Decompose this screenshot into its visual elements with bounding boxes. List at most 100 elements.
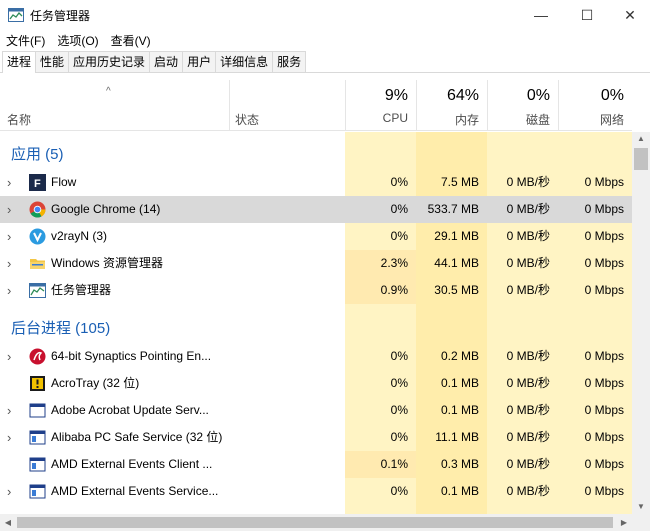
tab-startup[interactable]: 启动 xyxy=(149,51,184,72)
window-icon xyxy=(29,457,46,472)
flow-icon: F xyxy=(29,174,46,191)
menu-options[interactable]: 选项(O) xyxy=(51,32,104,49)
horizontal-scrollbar[interactable]: ◀ ▶ xyxy=(0,514,650,531)
memory-label: 内存 xyxy=(454,113,479,127)
process-name: Adobe Acrobat Update Serv... xyxy=(51,403,209,417)
expand-chevron-icon[interactable]: › xyxy=(7,169,11,196)
maximize-button[interactable]: ☐ xyxy=(564,0,610,30)
tab-services[interactable]: 服务 xyxy=(272,51,307,72)
table-row[interactable]: AMD External Events Client ... 0.1% 0.3 … xyxy=(0,451,632,478)
process-name: AMD External Events Client ... xyxy=(51,457,213,471)
column-memory[interactable]: 64% 内存 xyxy=(416,80,487,131)
memory-value: 0.1 MB xyxy=(440,376,479,390)
cpu-value: 2.3% xyxy=(380,256,408,270)
expand-chevron-icon[interactable]: › xyxy=(7,277,11,304)
table-row[interactable]: › 64-bit Synaptics Pointing En... 0% 0.2… xyxy=(0,343,632,370)
menu-view[interactable]: 查看(V) xyxy=(105,32,157,49)
tab-performance[interactable]: 性能 xyxy=(35,51,70,72)
tab-processes[interactable]: 进程 xyxy=(2,51,37,73)
disk-value: 0 MB/秒 xyxy=(506,283,550,297)
memory-value: 30.5 MB xyxy=(434,283,479,297)
table-row[interactable]: › Google Chrome (14) 0% 533.7 MB 0 MB/秒 … xyxy=(0,196,632,223)
cpu-label: CPU xyxy=(382,111,408,125)
column-header: ^ 名称 状态 9% CPU 64% 内存 0% 磁盘 0% 网络 xyxy=(0,80,632,131)
expand-chevron-icon[interactable]: › xyxy=(7,343,11,370)
column-cpu[interactable]: 9% CPU xyxy=(345,80,416,131)
close-button[interactable]: ✕ xyxy=(610,0,650,30)
cpu-value: 0% xyxy=(390,349,408,363)
process-name: Flow xyxy=(51,175,77,189)
task-manager-icon xyxy=(29,283,46,298)
memory-value: 0.1 MB xyxy=(440,484,479,498)
cpu-value: 0% xyxy=(390,430,408,444)
expand-chevron-icon[interactable]: › xyxy=(7,223,11,250)
disk-label: 磁盘 xyxy=(525,113,550,127)
network-value: 0 Mbps xyxy=(584,376,624,390)
window-icon xyxy=(29,430,46,445)
scroll-right-icon[interactable]: ▶ xyxy=(616,514,632,531)
disk-value: 0 MB/秒 xyxy=(506,202,550,216)
tab-users[interactable]: 用户 xyxy=(182,51,217,72)
table-row[interactable]: › 任务管理器 0.9% 30.5 MB 0 MB/秒 0 Mbps xyxy=(0,277,632,304)
tab-details[interactable]: 详细信息 xyxy=(215,51,274,72)
table-row[interactable]: › Alibaba PC Safe Service (32 位) 0% 11.1… xyxy=(0,424,632,451)
table-row[interactable]: › Windows 资源管理器 2.3% 44.1 MB 0 MB/秒 0 Mb… xyxy=(0,250,632,277)
table-row[interactable]: › v2rayN (3) 0% 29.1 MB 0 MB/秒 0 Mbps xyxy=(0,223,632,250)
column-network[interactable]: 0% 网络 xyxy=(558,80,632,131)
column-name[interactable]: 名称 xyxy=(7,111,31,128)
minimize-button[interactable]: — xyxy=(518,0,564,30)
memory-value: 11.1 MB xyxy=(435,430,479,444)
disk-value: 0 MB/秒 xyxy=(506,484,550,498)
group-apps-header[interactable]: 应用 (5) xyxy=(11,143,64,164)
network-value: 0 Mbps xyxy=(584,484,624,498)
column-disk[interactable]: 0% 磁盘 xyxy=(487,80,558,131)
group-background-header[interactable]: 后台进程 (105) xyxy=(11,317,110,338)
disk-value: 0 MB/秒 xyxy=(506,430,550,444)
scroll-down-icon[interactable]: ▼ xyxy=(632,500,650,514)
scrollbar-thumb[interactable] xyxy=(17,517,613,528)
table-row[interactable]: › AMD External Events Service... 0% 0.1 … xyxy=(0,478,632,505)
network-value: 0 Mbps xyxy=(584,229,624,243)
process-name: Windows 资源管理器 xyxy=(51,256,164,270)
table-row[interactable]: › F Flow 0% 7.5 MB 0 MB/秒 0 Mbps xyxy=(0,169,632,196)
network-value: 0 Mbps xyxy=(584,283,624,297)
scroll-up-icon[interactable]: ▲ xyxy=(632,132,650,146)
expand-chevron-icon[interactable]: › xyxy=(7,397,11,424)
expand-chevron-icon[interactable]: › xyxy=(7,250,11,277)
disk-value: 0 MB/秒 xyxy=(506,403,550,417)
synaptics-icon xyxy=(29,348,46,365)
memory-value: 533.7 MB xyxy=(427,202,479,216)
chrome-icon xyxy=(29,201,46,218)
process-name: 64-bit Synaptics Pointing En... xyxy=(51,349,212,363)
scroll-left-icon[interactable]: ◀ xyxy=(0,514,16,531)
cpu-value: 0.9% xyxy=(380,283,408,297)
expand-chevron-icon[interactable]: › xyxy=(7,196,11,223)
memory-value: 0.1 MB xyxy=(440,403,479,417)
svg-text:F: F xyxy=(34,178,41,190)
network-value: 0 Mbps xyxy=(584,403,624,417)
table-row[interactable]: AcroTray (32 位) 0% 0.1 MB 0 MB/秒 0 Mbps xyxy=(0,370,632,397)
cpu-value: 0% xyxy=(390,403,408,417)
process-name: AMD External Events Service... xyxy=(51,484,219,498)
menu-file[interactable]: 文件(F) xyxy=(0,32,51,49)
expand-chevron-icon[interactable]: › xyxy=(7,424,11,451)
tab-app-history[interactable]: 应用历史记录 xyxy=(68,51,151,72)
v2rayn-icon xyxy=(29,228,46,245)
expand-chevron-icon[interactable]: › xyxy=(7,478,11,505)
network-value: 0 Mbps xyxy=(584,256,624,270)
menu-bar: 文件(F) 选项(O) 查看(V) xyxy=(0,30,650,50)
network-value: 0 Mbps xyxy=(584,430,624,444)
vertical-scrollbar[interactable]: ▲ ▼ xyxy=(632,132,650,514)
cpu-value: 0% xyxy=(390,229,408,243)
process-list: 应用 (5) › F Flow 0% 7.5 MB 0 MB/秒 0 Mbps … xyxy=(0,132,632,514)
table-row[interactable]: › Adobe Acrobat Update Serv... 0% 0.1 MB… xyxy=(0,397,632,424)
tab-bar: 进程 性能 应用历史记录 启动 用户 详细信息 服务 xyxy=(0,51,650,73)
scrollbar-corner xyxy=(632,514,650,531)
process-name: Google Chrome (14) xyxy=(51,202,161,216)
memory-total-percent: 64% xyxy=(446,87,479,104)
disk-value: 0 MB/秒 xyxy=(506,175,550,189)
sort-caret-icon[interactable]: ^ xyxy=(106,86,111,97)
column-status[interactable]: 状态 xyxy=(235,111,259,128)
scrollbar-thumb[interactable] xyxy=(634,148,648,170)
process-name: Alibaba PC Safe Service (32 位) xyxy=(51,430,223,444)
